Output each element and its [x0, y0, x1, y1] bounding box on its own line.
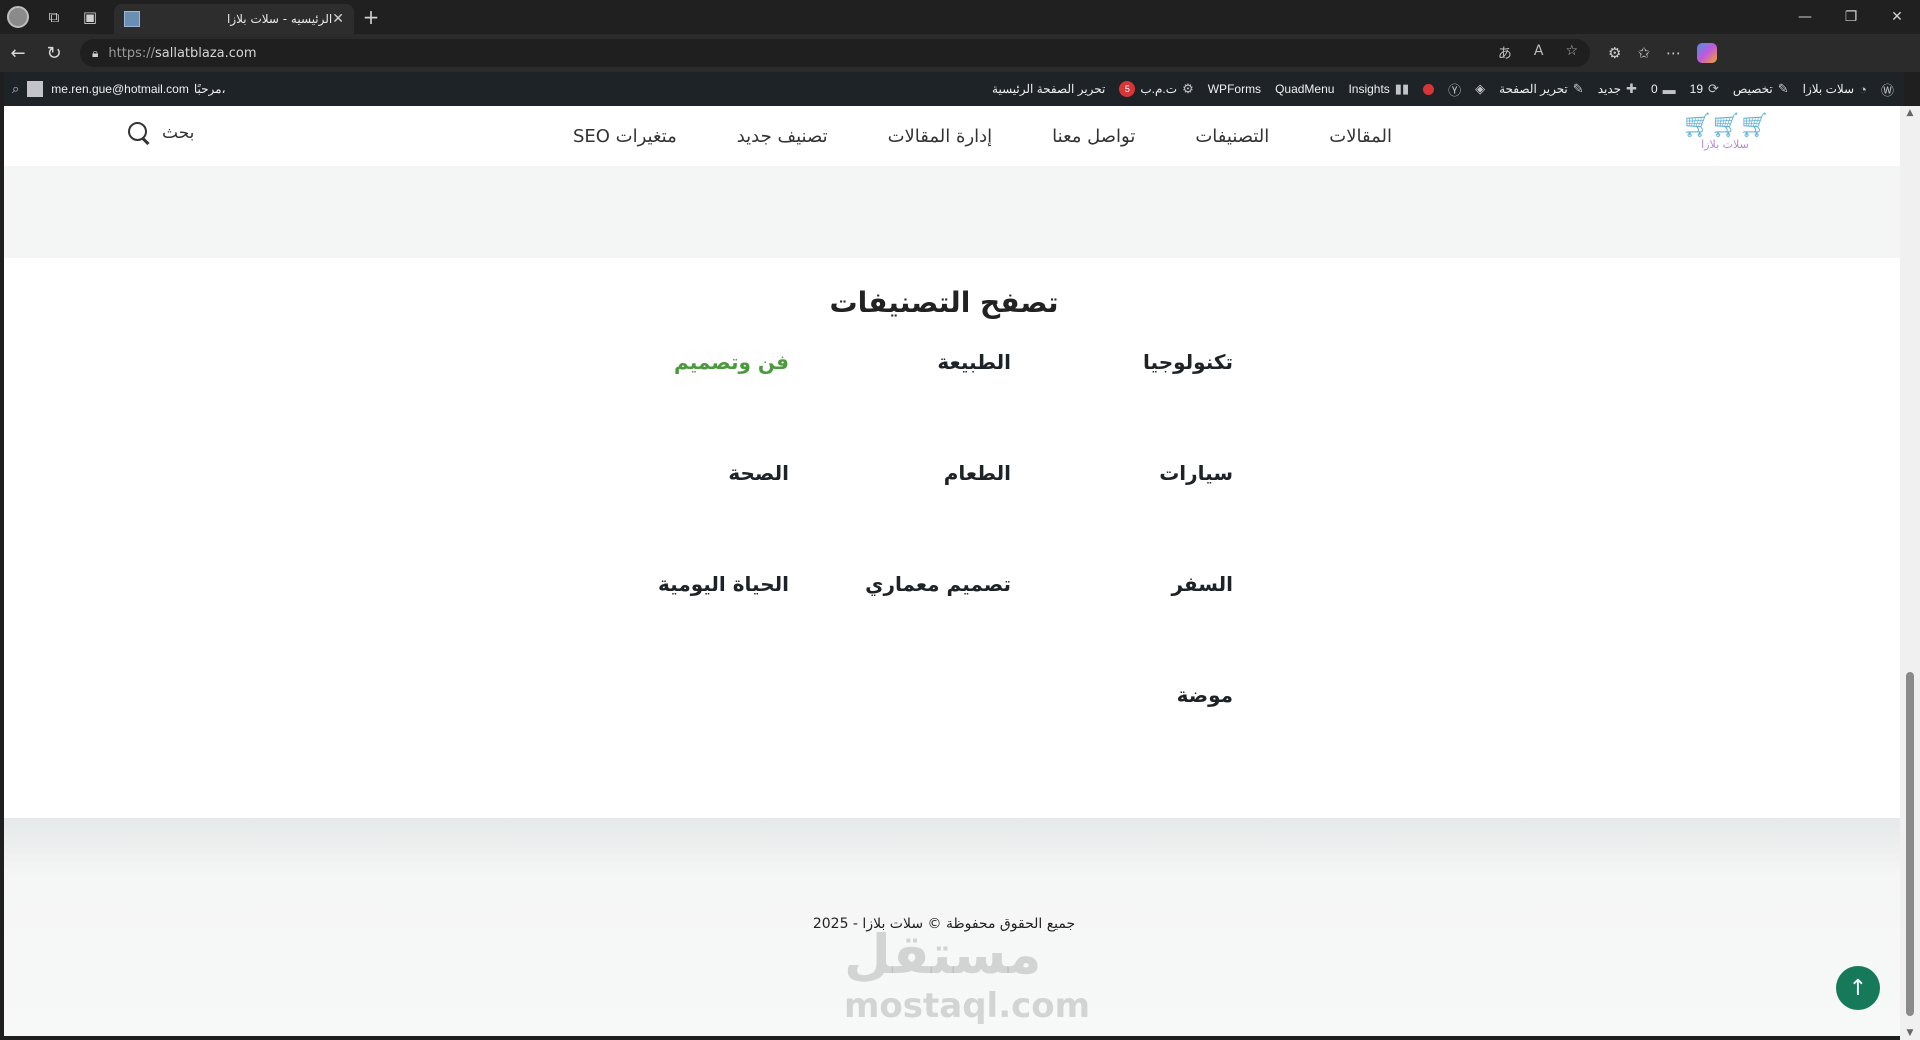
categories-section: تصفح التصنيفات تكنولوجيا الطبيعة فن وتصم… [4, 258, 1900, 818]
more-menu-icon[interactable]: ⋯ [1666, 44, 1681, 62]
scrollbar-thumb[interactable] [1906, 672, 1914, 1016]
edit-page-link[interactable]: ✎ تحرير الصفحة [1499, 81, 1584, 97]
site-page: 🛒︎🛒︎🛒︎ سلات بلازا المقالات التصنيفات توا… [4, 106, 1900, 1036]
wp-admin-bar: ⌕ me.ren.gue@hotmail.com مرحبًا، Ⓦ ◔ سلات… [4, 72, 1904, 106]
insights-link[interactable]: ▮▮ Insights [1348, 81, 1409, 97]
favorite-star-icon[interactable]: ☆ [1565, 43, 1578, 63]
wpforms-link[interactable]: WPForms [1208, 82, 1261, 96]
scroll-down-icon[interactable]: ▼ [1905, 1028, 1915, 1038]
browser-window: ⧉ ▣ الرئيسيه - سلات بلازا ✕ + — ❐ ✕ ← ↻ … [0, 0, 1920, 1040]
refresh-icon[interactable]: ↻ [36, 35, 72, 71]
url-host: sallatblaza.com [155, 45, 257, 61]
copyright-text: جميع الحقوق محفوظة © سلات بلازا - 2025 [812, 916, 1076, 932]
admin-search-icon[interactable]: ⌕ [12, 81, 19, 97]
recording-dot-icon[interactable] [1423, 83, 1435, 95]
dashboard-icon: ◔ [1859, 81, 1867, 97]
watermark-arabic: مستقل [844, 923, 1042, 986]
active-tab[interactable]: الرئيسيه - سلات بلازا ✕ [114, 4, 354, 34]
hero-band [4, 166, 1900, 258]
site-header: 🛒︎🛒︎🛒︎ سلات بلازا المقالات التصنيفات توا… [4, 106, 1900, 166]
url-input[interactable]: 🔒︎ https:// sallatblaza.com あ A ☆ [80, 39, 1590, 67]
gear-icon: ⚙ [1182, 81, 1194, 96]
nav-categories[interactable]: التصنيفات [1195, 126, 1269, 147]
site-logo[interactable]: 🛒︎🛒︎🛒︎ سلات بلازا [1682, 111, 1769, 160]
copilot-icon[interactable] [1697, 43, 1718, 63]
back-arrow-icon[interactable]: ← [0, 35, 36, 71]
search-button[interactable]: بحث [126, 120, 194, 146]
profile-icon[interactable] [0, 0, 36, 34]
category-travel[interactable]: السفر [1171, 572, 1233, 596]
greeting-label: مرحبًا، [193, 82, 226, 96]
seo-notification-badge: 5 [1119, 81, 1136, 97]
comment-icon: ▬ [1662, 81, 1676, 97]
tab-close-icon[interactable]: ✕ [332, 11, 344, 27]
updates-link[interactable]: ⟳ 19 [1690, 81, 1719, 97]
read-aloud-icon[interactable]: A [1534, 43, 1544, 63]
category-cars[interactable]: سيارات [1159, 461, 1233, 485]
address-bar-row: ← ↻ 🔒︎ https:// sallatblaza.com あ A ☆ ⚙ … [0, 34, 1920, 72]
category-daily-life[interactable]: الحياة اليومية [658, 572, 789, 596]
quadmenu-link[interactable]: QuadMenu [1275, 82, 1334, 96]
arrow-up-icon: ↑ [1848, 975, 1868, 1001]
user-avatar[interactable] [27, 81, 44, 97]
search-label: بحث [162, 123, 195, 143]
new-tab-button[interactable]: + [354, 0, 388, 34]
user-account-link[interactable]: me.ren.gue@hotmail.com مرحبًا، [51, 82, 225, 96]
favorites-icon[interactable]: ✩ [1637, 44, 1650, 62]
close-window-button[interactable]: ✕ [1874, 0, 1920, 34]
lock-icon: 🔒︎ [92, 45, 99, 60]
scroll-up-icon[interactable]: ▲ [1905, 108, 1915, 118]
category-health[interactable]: الصحة [728, 461, 789, 485]
window-controls: — ❐ ✕ [1782, 0, 1920, 34]
workspaces-icon[interactable]: ⧉ [36, 0, 72, 34]
restore-button[interactable]: ❐ [1828, 0, 1874, 34]
brush-icon: ✎ [1777, 81, 1789, 96]
tab-actions-icon[interactable]: ▣ [72, 0, 108, 34]
url-protocol: https:// [108, 45, 155, 61]
cart-icon: 🛒︎🛒︎🛒︎ [1682, 111, 1769, 139]
yoast-icon[interactable]: Ⓨ [1448, 80, 1461, 99]
site-name-link[interactable]: ◔ سلات بلازا [1803, 82, 1867, 97]
category-nature[interactable]: الطبيعة [937, 350, 1011, 374]
category-fashion[interactable]: موضة [1177, 683, 1233, 707]
category-art-design[interactable]: فن وتصميم [674, 350, 789, 374]
page-scrollbar[interactable]: ▲ ▼ [1900, 106, 1920, 1040]
site-favicon-icon [124, 11, 140, 27]
comments-link[interactable]: ▬ 0 [1651, 82, 1676, 97]
logo-text: سلات بلازا [1701, 138, 1749, 151]
nav-seo-variables[interactable]: متغيرات SEO [573, 126, 677, 147]
search-icon [126, 120, 152, 146]
category-technology[interactable]: تكنولوجيا [1143, 350, 1233, 374]
nav-new-category[interactable]: تصنيف جديد [737, 126, 828, 147]
bar-chart-icon: ▮▮ [1394, 81, 1410, 96]
translate-icon[interactable]: あ [1498, 43, 1512, 63]
minimize-button[interactable]: — [1782, 0, 1828, 34]
site-footer: مستقل mostaql.com جميع الحقوق محفوظة © س… [4, 818, 1900, 1036]
customize-link[interactable]: ✎ تخصيص [1733, 81, 1789, 97]
scroll-to-top-button[interactable]: ↑ [1836, 966, 1880, 1010]
nav-articles[interactable]: المقالات [1329, 126, 1392, 147]
plus-icon: ✚ [1626, 81, 1637, 96]
user-email: me.ren.gue@hotmail.com [51, 82, 189, 96]
nav-manage-articles[interactable]: إدارة المقالات [888, 126, 993, 147]
tab-title: الرئيسيه - سلات بلازا [227, 12, 333, 26]
category-food[interactable]: الطعام [944, 461, 1011, 485]
watermark-english: mostaql.com [844, 986, 1091, 1026]
extensions-icon[interactable]: ⚙ [1608, 44, 1621, 62]
edit-home-link[interactable]: تحرير الصفحة الرئيسية [992, 82, 1105, 96]
main-navigation: المقالات التصنيفات تواصل معنا إدارة المق… [573, 106, 1392, 166]
pencil-icon: ✎ [1572, 81, 1584, 96]
wordpress-logo-icon[interactable]: Ⓦ [1881, 80, 1894, 99]
elementor-icon[interactable]: ◈ [1475, 81, 1485, 97]
new-content-link[interactable]: ✚ جديد [1598, 81, 1637, 97]
categories-title: تصفح التصنيفات [829, 286, 1059, 319]
updates-icon: ⟳ [1708, 81, 1719, 96]
category-architecture[interactable]: تصميم معماري [865, 572, 1011, 596]
seo-link[interactable]: ⚙ ت.م.ب 5 [1119, 81, 1194, 97]
title-bar: ⧉ ▣ الرئيسيه - سلات بلازا ✕ + — ❐ ✕ [0, 0, 1920, 34]
nav-contact[interactable]: تواصل معنا [1052, 126, 1135, 147]
